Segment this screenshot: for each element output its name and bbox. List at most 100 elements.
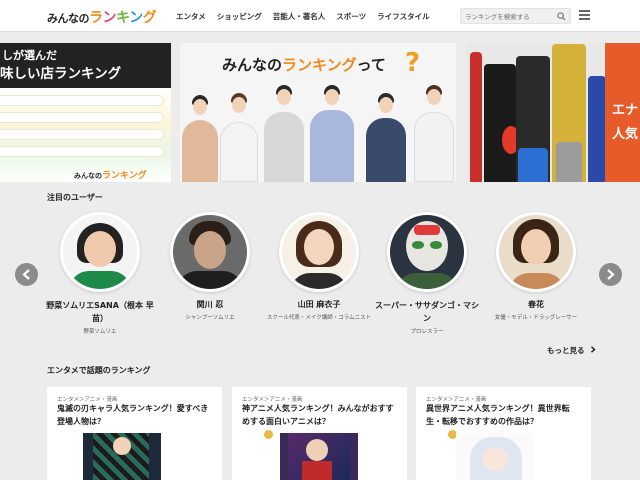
person-face (427, 89, 441, 105)
banner-list-line (0, 95, 164, 106)
logo-char: ン (102, 10, 117, 26)
ranking-card[interactable]: エンタメ＞アニメ・漫画 異世界アニメ人気ランキング！異世界転生・転移でおすすめの… (416, 387, 591, 480)
avatar-image (390, 215, 464, 289)
user-card[interactable]: 関川 忍 シャンプーソムリエ (155, 212, 265, 321)
logo-char: ン (129, 10, 143, 26)
user-name: スーパー・ササダンゴ・マシン (375, 301, 479, 323)
banner-logo-left: みんなの (74, 172, 102, 180)
ranking-card[interactable]: エンタメ＞アニメ・漫画 神アニメ人気ランキング！みんながおすすめする面白いアニメ… (232, 387, 407, 480)
user-role: 女優・モデル・ドラッグレーサー (494, 315, 578, 321)
banner-headline-1: しが選んだ (2, 49, 57, 62)
avatar-image (499, 215, 573, 289)
avatar (496, 212, 576, 292)
nav-item-entertainment[interactable]: エンタメ (176, 11, 206, 22)
user-name: 山田 麻衣子 (297, 300, 341, 309)
ranking-category: エンタメ＞アニメ・漫画 (57, 397, 118, 403)
ranking-title: 神アニメ人気ランキング！みんながおすすめする面白いアニメは？ (242, 404, 394, 426)
avatar-face (521, 229, 551, 265)
chevron-right-icon (591, 346, 596, 353)
energy-headline-1: エナ (612, 103, 639, 118)
nav-item-lifestyle[interactable]: ライフスタイル (377, 11, 430, 22)
hamburger-menu-icon[interactable] (579, 10, 590, 20)
avatar-face (304, 229, 334, 265)
main-nav: エンタメ ショッピング 芸能人・著名人 スポーツ ライフスタイル (176, 11, 430, 22)
drink-can (588, 76, 606, 182)
banner-about[interactable]: みんなのランキングって ? (180, 43, 456, 182)
user-name: 関川 忍 (196, 300, 224, 309)
avatar-image (173, 215, 247, 289)
ranking-thumbnail (456, 433, 534, 480)
energy-banner-text-panel: エナ 人気 (605, 43, 640, 182)
person (220, 122, 258, 182)
ranking-medal-icon (264, 430, 273, 439)
logo-char: キ (116, 10, 130, 26)
nav-item-celebrities[interactable]: 芸能人・著名人 (273, 11, 326, 22)
person-face (232, 97, 246, 113)
avatar-face (84, 231, 116, 267)
see-more-link[interactable]: もっと見る (547, 345, 596, 356)
chevron-left-icon (22, 269, 30, 280)
logo-text-left: みんなの (47, 12, 90, 25)
banner-list-line (0, 146, 164, 157)
nav-item-sports[interactable]: スポーツ (336, 11, 366, 22)
banner-headline-2: 味しい店ランキング (0, 66, 122, 82)
banner-about-title: みんなのランキングって (222, 54, 386, 75)
user-card[interactable]: 春花 女優・モデル・ドラッグレーサー (481, 212, 591, 321)
search-box (460, 8, 571, 24)
user-role: シャンプーソムリエ (185, 315, 235, 321)
user-card[interactable]: 野菜ソムリエSANA（根本 早苗） 野菜ソムリエ (45, 212, 155, 335)
user-card[interactable]: スーパー・ササダンゴ・マシン プロレスラー (372, 212, 482, 335)
nav-item-shopping[interactable]: ショッピング (217, 11, 262, 22)
search-input[interactable] (465, 11, 557, 22)
logo-char: ラ (89, 10, 103, 26)
user-name: 野菜ソムリエSANA（根本 早苗） (46, 301, 154, 323)
drink-can (470, 52, 482, 182)
avatar (170, 212, 250, 292)
user-role: スクール代表・メイク講師・コラムニスト (266, 315, 372, 321)
avatar-clothes (177, 271, 243, 289)
avatar (387, 212, 467, 292)
carousel-next-button[interactable] (599, 263, 622, 286)
question-mark: ? (405, 48, 421, 78)
avatar-clothes (396, 273, 458, 289)
search-icon[interactable] (557, 12, 566, 21)
person (366, 118, 406, 182)
see-more-label: もっと見る (547, 346, 585, 355)
thumbnail-face (306, 439, 328, 461)
avatar-face (194, 231, 226, 269)
person-face (325, 89, 339, 105)
drink-can (484, 64, 516, 182)
ranking-title: 異世界アニメ人気ランキング！異世界転生・転移でおすすめの作品は？ (426, 404, 570, 426)
user-card[interactable]: 山田 麻衣子 スクール代表・メイク講師・コラムニスト (264, 212, 374, 321)
ranking-thumbnail (280, 433, 358, 480)
person (264, 112, 304, 182)
person (310, 110, 354, 182)
carousel-prev-button[interactable] (15, 263, 38, 286)
person (414, 112, 454, 182)
person (182, 120, 218, 182)
banner-energy-drink[interactable]: エナ 人気 (466, 43, 640, 182)
person-face (277, 89, 291, 105)
ranking-card[interactable]: エンタメ＞アニメ・漫画 鬼滅の刃キャラ人気ランキング！愛すべき登場人物は？ (47, 387, 222, 480)
drink-label (556, 142, 582, 182)
thumbnail-clothes (302, 461, 332, 480)
avatar-mask-eye (412, 241, 424, 249)
energy-headline-2: 人気 (612, 127, 639, 142)
person-face (193, 99, 207, 115)
logo-text-right: ランキング (89, 7, 157, 27)
logo-char: グ (142, 10, 157, 26)
banner-logo-right: ランキング (102, 171, 147, 181)
thumbnail-face (482, 447, 508, 471)
person-face (379, 97, 393, 113)
thumbnail-face (113, 437, 131, 455)
about-title-mid: ランキング (282, 56, 357, 74)
avatar-mask-band (414, 225, 440, 235)
banner-restaurant-ranking[interactable]: しが選んだ 味しい店ランキング みんなのランキング (0, 43, 171, 182)
avatar-image (282, 215, 356, 289)
ranking-thumbnail (83, 433, 161, 480)
site-logo[interactable]: みんなの ランキング (47, 7, 157, 27)
banner-list-line (0, 112, 164, 123)
rankings-section-title: エンタメで話題のランキング (47, 366, 151, 375)
user-name: 春花 (528, 300, 544, 309)
avatar (279, 212, 359, 292)
